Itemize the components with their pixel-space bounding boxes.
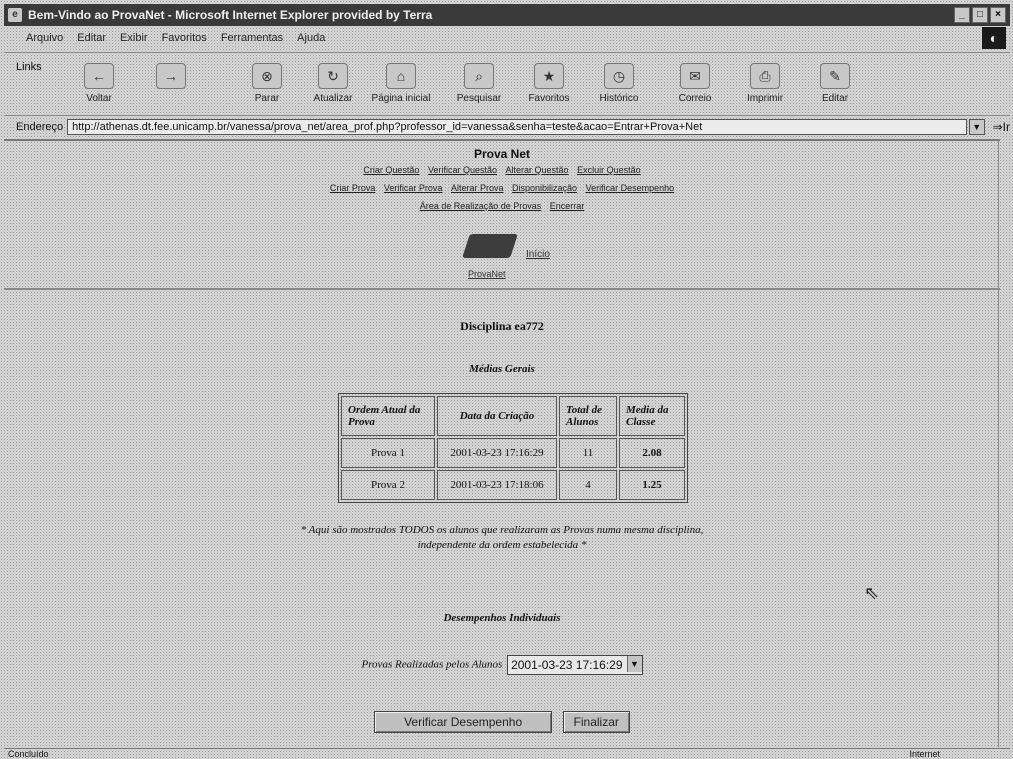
provanet-logo-icon[interactable] xyxy=(462,234,518,258)
ie-logo-icon: e xyxy=(8,8,22,22)
home-link[interactable]: Início xyxy=(526,249,550,260)
window-title: Bem-Vindo ao ProvaNet - Microsoft Intern… xyxy=(28,8,433,22)
address-bar: Endereço ▼ ⇒Ir xyxy=(4,116,1010,138)
nav-link-excluir-questao[interactable]: Excluir Questão xyxy=(577,165,641,175)
address-dropdown-icon[interactable]: ▼ xyxy=(968,119,985,135)
table-cell: Prova 2 xyxy=(341,470,435,500)
menu-ferramentas[interactable]: Ferramentas xyxy=(221,32,283,44)
nav-link-area-realizacao[interactable]: Área de Realização de Provas xyxy=(420,201,542,211)
forward-button[interactable]: → xyxy=(140,63,202,93)
table-cell: 2001-03-23 17:16:29 xyxy=(437,438,557,468)
title-bar: e Bem-Vindo ao ProvaNet - Microsoft Inte… xyxy=(4,4,1010,26)
nav-link-criar-prova[interactable]: Criar Prova xyxy=(330,183,376,193)
refresh-icon: ↻ xyxy=(318,63,348,89)
stats-table: Ordem Atual da Prova Data da Criação Tot… xyxy=(338,393,688,503)
back-button[interactable]: ← Voltar xyxy=(68,63,130,104)
table-header-row: Ordem Atual da Prova Data da Criação Tot… xyxy=(341,396,685,436)
finish-button[interactable]: Finalizar xyxy=(562,711,630,733)
nav-link-alterar-prova[interactable]: Alterar Prova xyxy=(451,183,504,193)
table-cell: 11 xyxy=(559,438,617,468)
nav-link-disponibilizacao[interactable]: Disponibilização xyxy=(512,183,577,193)
status-text: Concluído xyxy=(8,749,49,759)
nav-link-verificar-questao[interactable]: Verificar Questão xyxy=(428,165,497,175)
print-icon: ⎙ xyxy=(750,63,780,89)
mail-button[interactable]: ✉ Correio xyxy=(664,63,726,104)
history-icon: ◷ xyxy=(604,63,634,89)
search-icon: ⌕ xyxy=(464,63,494,89)
address-input[interactable] xyxy=(67,119,967,135)
column-header: Data da Criação xyxy=(437,396,557,436)
favorites-button[interactable]: ★ Favoritos xyxy=(518,63,580,104)
frame-divider[interactable] xyxy=(4,288,1000,290)
table-cell: 2.08 xyxy=(619,438,685,468)
verify-performance-button[interactable]: Verificar Desempenho xyxy=(374,711,553,733)
column-header: Total de Alunos xyxy=(559,396,617,436)
links-label[interactable]: Links xyxy=(16,61,42,73)
favorites-icon: ★ xyxy=(534,63,564,89)
mail-icon: ✉ xyxy=(680,63,710,89)
forward-arrow-icon: → xyxy=(156,63,186,89)
go-button[interactable]: ⇒Ir xyxy=(993,120,1010,134)
provas-select[interactable]: 2001-03-23 17:16:29 ▼ xyxy=(507,655,643,675)
table-cell: 1.25 xyxy=(619,470,685,500)
provas-label: Provas Realizadas pelos Alunos xyxy=(361,658,503,671)
ie-throbber-icon: ◐ xyxy=(982,27,1006,49)
page-content: Prova Net Criar Questão Verificar Questã… xyxy=(4,139,1000,749)
toolbar: Links ← Voltar → ⊗ Parar ↻ Atualizar ⌂ Págin… xyxy=(4,52,1010,116)
table-cell: 2001-03-23 17:18:06 xyxy=(437,470,557,500)
menu-arquivo[interactable]: Arquivo xyxy=(26,32,63,44)
status-bar: Concluído Internet xyxy=(4,748,1010,759)
column-header: Media da Classe xyxy=(619,396,685,436)
logo-caption[interactable]: ProvaNet xyxy=(468,269,506,279)
stop-button[interactable]: ⊗ Parar xyxy=(236,63,298,104)
menu-favoritos[interactable]: Favoritos xyxy=(162,32,207,44)
home-button[interactable]: ⌂ Página inicial xyxy=(370,63,432,104)
nav-link-encerrar[interactable]: Encerrar xyxy=(550,201,585,211)
search-button[interactable]: ⌕ Pesquisar xyxy=(448,63,510,104)
home-icon: ⌂ xyxy=(386,63,416,89)
info-note-line2: independente da ordem estabelecida * xyxy=(417,539,587,551)
stop-icon: ⊗ xyxy=(252,63,282,89)
print-button[interactable]: ⎙ Imprimir xyxy=(734,63,796,104)
desempenhos-title: Desempenhos Individuais xyxy=(443,612,561,624)
back-arrow-icon: ← xyxy=(84,63,114,89)
chevron-down-icon[interactable]: ▼ xyxy=(626,656,642,672)
history-button[interactable]: ◷ Histórico xyxy=(588,63,650,104)
discipline-title: Disciplina ea772 xyxy=(460,319,544,333)
nav-link-criar-questao[interactable]: Criar Questão xyxy=(363,165,419,175)
menu-exibir[interactable]: Exibir xyxy=(120,32,148,44)
minimize-button[interactable]: _ xyxy=(954,7,970,23)
browser-window: e Bem-Vindo ao ProvaNet - Microsoft Inte… xyxy=(0,0,1013,759)
nav-row-provas: Criar Prova Verificar Prova Alterar Prov… xyxy=(4,183,1000,193)
address-label: Endereço xyxy=(16,121,64,133)
info-note-line1: * Aqui são mostrados TODOS os alunos que… xyxy=(300,524,704,536)
medias-title: Médias Gerais xyxy=(469,363,535,375)
menu-ajuda[interactable]: Ajuda xyxy=(297,32,325,44)
menu-bar: Arquivo Editar Exibir Favoritos Ferramen… xyxy=(4,27,1010,49)
nav-link-verificar-desempenho[interactable]: Verificar Desempenho xyxy=(586,183,675,193)
window-controls: _ □ × xyxy=(954,7,1006,23)
close-button[interactable]: × xyxy=(990,7,1006,23)
table-row: Prova 1 2001-03-23 17:16:29 11 2.08 xyxy=(341,438,685,468)
mouse-cursor-icon: ⇖ xyxy=(864,583,880,603)
table-cell: Prova 1 xyxy=(341,438,435,468)
provas-select-row: Provas Realizadas pelos Alunos 2001-03-2… xyxy=(4,655,1000,675)
nav-row-questions: Criar Questão Verificar Questão Alterar … xyxy=(4,165,1000,175)
refresh-button[interactable]: ↻ Atualizar xyxy=(302,63,364,104)
zone-indicator: Internet xyxy=(909,749,940,759)
edit-button[interactable]: ✎ Editar xyxy=(804,63,866,104)
maximize-button[interactable]: □ xyxy=(972,7,988,23)
edit-icon: ✎ xyxy=(820,63,850,89)
nav-link-verificar-prova[interactable]: Verificar Prova xyxy=(384,183,443,193)
site-title: Prova Net xyxy=(473,147,531,161)
nav-row-area: Área de Realização de Provas Encerrar xyxy=(4,201,1000,211)
vertical-scrollbar[interactable] xyxy=(998,139,1011,747)
menu-editar[interactable]: Editar xyxy=(77,32,106,44)
table-row: Prova 2 2001-03-23 17:18:06 4 1.25 xyxy=(341,470,685,500)
action-buttons: Verificar Desempenho Finalizar xyxy=(4,711,1000,733)
nav-link-alterar-questao[interactable]: Alterar Questão xyxy=(506,165,569,175)
table-cell: 4 xyxy=(559,470,617,500)
column-header: Ordem Atual da Prova xyxy=(341,396,435,436)
info-note: * Aqui são mostrados TODOS os alunos que… xyxy=(4,523,1000,553)
